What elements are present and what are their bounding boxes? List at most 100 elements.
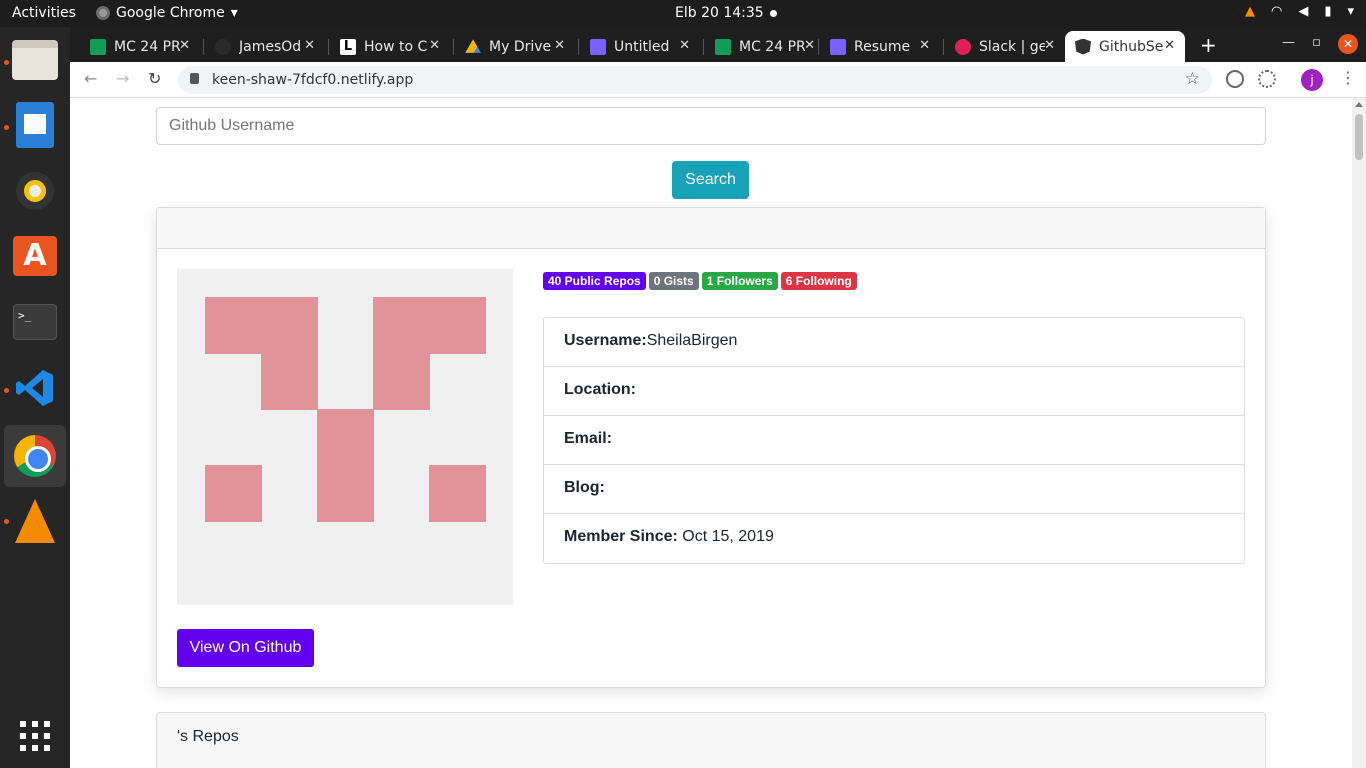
list-item: Member Since: Oct 15, 2019 [544,514,1244,563]
extension-icon[interactable] [1226,70,1244,88]
page-content: Search 40 Public Repos 0 Gists 1 Followe… [70,98,1352,768]
more-menu-icon[interactable]: ⋮ [1340,68,1356,87]
dock-libreoffice-writer[interactable] [4,94,66,156]
close-tab-icon[interactable]: ✕ [1044,38,1055,53]
scroll-up-icon[interactable] [1355,102,1363,107]
maximize-icon[interactable]: ▫ [1312,35,1321,50]
letter-l-icon: L [340,38,356,55]
reload-icon[interactable]: ↻ [148,69,161,88]
dock-chrome[interactable] [4,425,66,487]
power-menu-icon[interactable]: ▾ [1347,4,1354,19]
list-item: Blog: [544,465,1244,514]
tab-label: MC 24 PR [114,38,180,55]
browser-toolbar: ← → ↻ keen-shaw-7fdcf0.netlify.app ☆ j ⋮ [70,62,1366,98]
extension-icon[interactable] [1258,70,1276,88]
address-bar[interactable]: keen-shaw-7fdcf0.netlify.app ☆ [178,66,1212,94]
close-window-icon[interactable]: ✕ [1338,34,1358,54]
app-menu-label: Google Chrome [116,5,225,21]
github-username-input[interactable] [156,107,1266,145]
tab[interactable]: MC 24 PR ✕ [705,31,825,62]
clock[interactable]: Elb 20 14:35 [675,5,777,21]
tab-separator [703,39,704,55]
close-tab-icon[interactable]: ✕ [554,38,565,53]
page-scrollbar[interactable] [1352,98,1366,768]
tab-label: Resume [854,38,911,55]
angular-icon [1075,38,1091,55]
profile-avatar[interactable]: j [1301,69,1323,91]
tab-separator [328,39,329,55]
slack-icon [955,38,971,55]
minimize-icon[interactable]: — [1282,35,1295,50]
tab[interactable]: JamesOd ✕ [205,31,325,62]
files-icon [12,40,58,80]
close-tab-icon[interactable]: ✕ [179,38,190,53]
forward-icon[interactable]: → [116,69,129,88]
notification-dot-icon [769,9,777,17]
tab[interactable]: Slack | ge ✕ [945,31,1065,62]
system-tray[interactable]: ▲ ◠ ◀ ▮ ▾ [1245,4,1354,19]
gists-badge: 0 Gists [648,272,699,290]
wifi-icon[interactable]: ◠ [1271,4,1282,19]
dock-vscode[interactable] [4,357,66,419]
vscode-icon [16,370,53,406]
followers-badge: 1 Followers [701,272,778,290]
list-item: Location: [544,367,1244,416]
libreoffice-writer-icon [16,102,54,148]
tab[interactable]: Resume ✕ [820,31,940,62]
dock-rhythmbox[interactable] [4,160,66,222]
tab[interactable]: L How to C ✕ [330,31,450,62]
dock-terminal[interactable]: >_ [4,291,66,353]
clock-label: Elb 20 14:35 [675,5,764,21]
list-item: Email: [544,416,1244,465]
show-applications-button[interactable] [4,705,66,767]
scrollbar-thumb[interactable] [1355,114,1363,160]
system-top-bar: Activities Google Chrome ▾ Elb 20 14:35 … [0,0,1366,27]
tab-label: My Drive [489,38,552,55]
forms-icon [590,38,606,55]
field-label: Member Since: [564,528,678,545]
app-menu[interactable]: Google Chrome ▾ [96,5,238,21]
close-tab-icon[interactable]: ✕ [919,38,930,53]
close-tab-icon[interactable]: ✕ [304,38,315,53]
tab-strip: MC 24 PR ✕ JamesOd ✕ L How to C ✕ My Dri… [70,27,1366,62]
repos-card: 's Repos [156,712,1266,768]
close-tab-icon[interactable]: ✕ [679,38,690,53]
app-grid-icon [20,721,50,751]
search-button[interactable]: Search [672,161,749,199]
dock: A >_ [0,27,70,768]
tab-active[interactable]: GithubSe ✕ [1065,31,1185,62]
chevron-down-icon: ▾ [230,5,238,21]
dock-vlc[interactable] [4,490,66,552]
rhythmbox-icon [16,172,54,210]
tab-separator [818,39,819,55]
close-tab-icon[interactable]: ✕ [1164,38,1175,53]
tab[interactable]: MC 24 PR ✕ [80,31,200,62]
tab-separator [943,39,944,55]
close-tab-icon[interactable]: ✕ [804,38,815,53]
avatar [177,269,513,605]
tab-label: Untitled [614,38,670,55]
chrome-icon [14,435,56,477]
vlc-icon [15,499,55,543]
dock-software[interactable]: A [4,225,66,287]
member-since-value: Oct 15, 2019 [677,528,774,545]
software-store-icon: A [13,236,57,276]
view-on-github-button[interactable]: View On Github [177,629,314,667]
tab[interactable]: My Drive ✕ [455,31,575,62]
battery-icon[interactable]: ▮ [1324,4,1331,19]
profile-card-header [157,208,1265,249]
tab-separator [578,39,579,55]
dock-files[interactable] [4,29,66,91]
close-tab-icon[interactable]: ✕ [429,38,440,53]
tab-label: MC 24 PR [739,38,805,55]
activities-button[interactable]: Activities [12,5,76,21]
profile-info-list: Username:SheilaBirgen Location: Email: B… [543,317,1245,564]
vlc-tray-icon[interactable]: ▲ [1245,4,1255,19]
new-tab-icon[interactable]: + [1200,33,1217,57]
tab[interactable]: Untitled ✕ [580,31,700,62]
chrome-icon [96,6,110,20]
back-icon[interactable]: ← [84,69,97,88]
bookmark-star-icon[interactable]: ☆ [1185,69,1200,89]
forms-icon [830,38,846,55]
volume-icon[interactable]: ◀ [1298,4,1308,19]
